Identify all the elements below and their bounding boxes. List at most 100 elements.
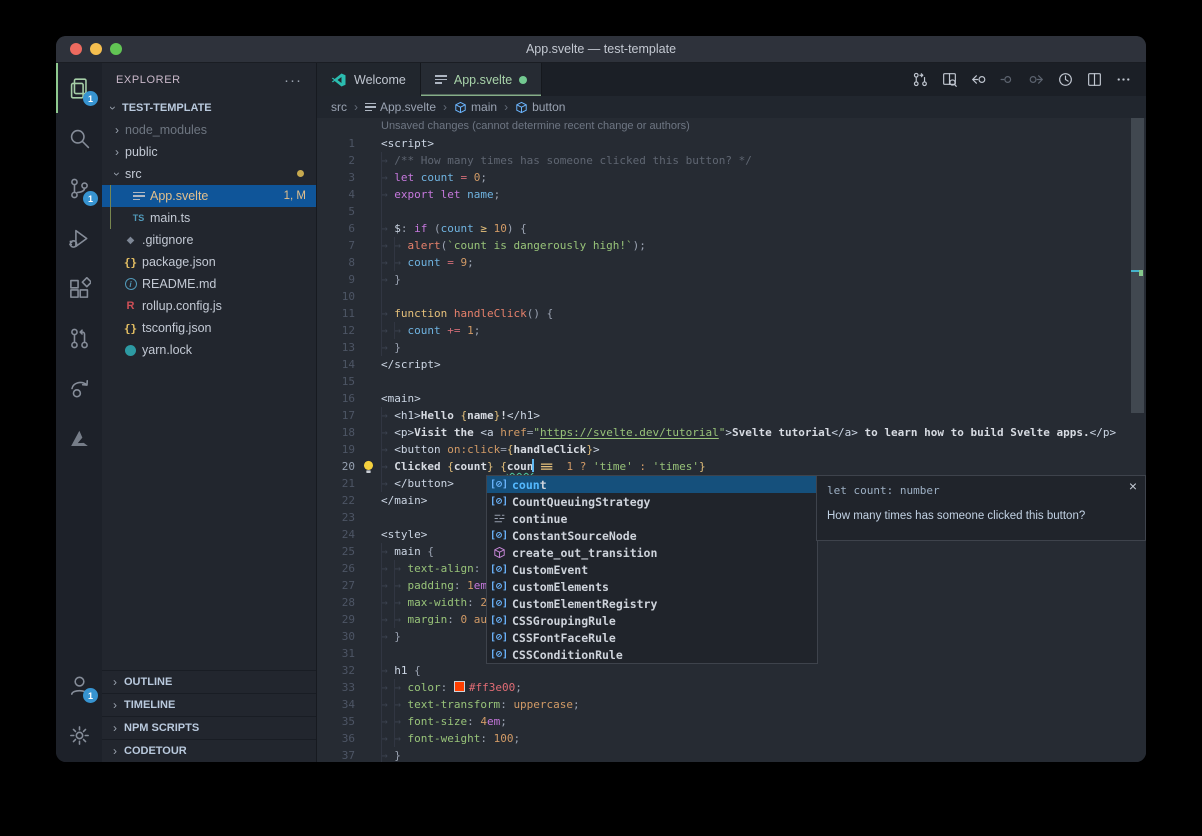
code-line[interactable]: 9→} [317, 271, 1146, 288]
breadcrumb-item-src[interactable]: src [331, 100, 347, 114]
explorer-sidebar: EXPLORER ··· › TEST-TEMPLATE ›node_modul… [102, 63, 317, 762]
tree-item-yarn-lock[interactable]: yarn.lock [102, 339, 316, 361]
panel-header-timeline[interactable]: ›TIMELINE [102, 693, 316, 716]
scrollbar-thumb[interactable] [1131, 118, 1144, 413]
code-line[interactable]: 32→h1 { [317, 662, 1146, 679]
code-line[interactable]: 13→} [317, 339, 1146, 356]
code-line[interactable]: 36→→font-weight: 100; [317, 730, 1146, 747]
more-actions-icon[interactable] [1109, 63, 1138, 96]
compare-changes-icon[interactable] [906, 63, 935, 96]
code-line[interactable]: 4→export let name; [317, 186, 1146, 203]
code-line[interactable]: 14</script> [317, 356, 1146, 373]
previous-change-icon[interactable] [964, 63, 993, 96]
code-line[interactable]: 19→<button on:click={handleClick}> [317, 441, 1146, 458]
next-change-icon[interactable] [1022, 63, 1051, 96]
code-line[interactable]: 6→$: if (count ≥ 10) { [317, 220, 1146, 237]
code-line[interactable]: 15 [317, 373, 1146, 390]
activity-item-azure[interactable] [56, 413, 102, 463]
activity-item-settings[interactable] [56, 710, 102, 760]
panel-header-codetour[interactable]: ›CODETOUR [102, 739, 316, 762]
suggestion-customelementregistry[interactable]: [⊘]CustomElementRegistry [487, 595, 817, 612]
suggestion-customelements[interactable]: [⊘]customElements [487, 578, 817, 595]
breadcrumb-item-button[interactable]: button [515, 100, 565, 114]
code-line[interactable]: 8→→count = 9; [317, 254, 1146, 271]
suggestion-cssconditionrule[interactable]: [⊘]CSSConditionRule [487, 646, 817, 663]
tree-item-main-ts[interactable]: TSmain.ts [102, 207, 316, 229]
code-line[interactable]: 2→/** How many times has someone clicked… [317, 152, 1146, 169]
tab-welcome[interactable]: Welcome [317, 63, 421, 96]
editor-group: WelcomeApp.svelte src›App.svelte›main›bu… [317, 63, 1146, 762]
activity-item-explorer[interactable]: 1 [56, 63, 102, 113]
suggestion-customevent[interactable]: [⊘]CustomEvent [487, 561, 817, 578]
code-line[interactable]: 35→→font-size: 4em; [317, 713, 1146, 730]
close-window-icon[interactable] [70, 43, 82, 55]
code-line[interactable]: 11→function handleClick() { [317, 305, 1146, 322]
tree-item-gitignore[interactable]: ◆.gitignore [102, 229, 316, 251]
code-line[interactable]: 34→→text-transform: uppercase; [317, 696, 1146, 713]
code-line[interactable]: 7→→alert(`count is dangerously high!`); [317, 237, 1146, 254]
tree-item-label: tsconfig.json [142, 321, 211, 335]
activity-item-github-pull-requests[interactable] [56, 313, 102, 363]
symbol-box-icon [515, 101, 528, 114]
tree-item-rollup-config-js[interactable]: Rrollup.config.js [102, 295, 316, 317]
code-line[interactable]: 16<main> [317, 390, 1146, 407]
suggestion-countqueuingstrategy[interactable]: [⊘]CountQueuingStrategy [487, 493, 817, 510]
code-line[interactable]: 20→Clicked {count} {coun ≡ 1 ? 'time' : … [317, 458, 1146, 475]
code-line[interactable]: 12→→count += 1; [317, 322, 1146, 339]
activity-item-extensions[interactable] [56, 263, 102, 313]
title-bar[interactable]: App.svelte — test-template [56, 36, 1146, 63]
tree-item-readme-md[interactable]: iREADME.md [102, 273, 316, 295]
code-text: →→font-weight: 100; [381, 732, 520, 745]
activity-item-live-share[interactable] [56, 363, 102, 413]
file-tree: ›node_modules›public›srcApp.svelte1, MTS… [102, 119, 316, 361]
zoom-window-icon[interactable] [110, 43, 122, 55]
symbol-variable-icon: [⊘] [491, 598, 507, 609]
suggestion-count[interactable]: [⊘]count [487, 476, 817, 493]
tree-item-public[interactable]: ›public [102, 141, 316, 163]
code-line[interactable]: 18→<p>Visit the <a href="https://svelte.… [317, 424, 1146, 441]
line-number: 29 [317, 611, 355, 628]
tree-item-node-modules[interactable]: ›node_modules [102, 119, 316, 141]
code-line[interactable]: 17→<h1>Hello {name}!</h1> [317, 407, 1146, 424]
suggestion-constantsourcenode[interactable]: [⊘]ConstantSourceNode [487, 527, 817, 544]
breadcrumb-item-main[interactable]: main [454, 100, 497, 114]
code-line[interactable]: 5 [317, 203, 1146, 220]
scrollbar[interactable] [1131, 118, 1144, 762]
panel-label: TIMELINE [124, 699, 175, 711]
breadcrumb-item-app-svelte[interactable]: App.svelte [365, 100, 436, 114]
current-change-icon[interactable] [993, 63, 1022, 96]
code-line[interactable]: 1<script> [317, 135, 1146, 152]
more-actions-icon[interactable]: ··· [284, 72, 302, 89]
suggestion-cssgroupingrule[interactable]: [⊘]CSSGroupingRule [487, 612, 817, 629]
section-header-test-template[interactable]: › TEST-TEMPLATE [102, 97, 316, 119]
file-history-icon[interactable] [1051, 63, 1080, 96]
activity-item-search[interactable] [56, 113, 102, 163]
code-line[interactable]: 37→} [317, 747, 1146, 762]
suggestion-continue[interactable]: continue [487, 510, 817, 527]
tree-item-package-json[interactable]: {}package.json [102, 251, 316, 273]
tree-item-tsconfig-json[interactable]: {}tsconfig.json [102, 317, 316, 339]
line-number: 26 [317, 560, 355, 577]
minimize-window-icon[interactable] [90, 43, 102, 55]
activity-item-accounts[interactable]: 1 [56, 660, 102, 710]
panel-header-outline[interactable]: ›OUTLINE [102, 670, 316, 693]
line-number: 12 [317, 322, 355, 339]
suggestion-create-out-transition[interactable]: create_out_transition [487, 544, 817, 561]
activity-item-source-control[interactable]: 1 [56, 163, 102, 213]
code-text: →} [381, 749, 401, 762]
suggestion-cssfontfacerule[interactable]: [⊘]CSSFontFaceRule [487, 629, 817, 646]
code-line[interactable]: 3→let count = 0; [317, 169, 1146, 186]
code-line[interactable]: 10 [317, 288, 1146, 305]
lightbulb-icon[interactable] [362, 460, 375, 474]
split-editor-icon[interactable] [1080, 63, 1109, 96]
close-icon[interactable]: × [1129, 478, 1137, 494]
code-editor[interactable]: Unsaved changes (cannot determine recent… [317, 118, 1146, 762]
open-changes-icon[interactable] [935, 63, 964, 96]
tree-item-src[interactable]: ›src [102, 163, 316, 185]
tree-item-app-svelte[interactable]: App.svelte1, M [102, 185, 316, 207]
panel-header-npm-scripts[interactable]: ›NPM SCRIPTS [102, 716, 316, 739]
indent-guide [394, 577, 395, 594]
activity-item-run-debug[interactable] [56, 213, 102, 263]
code-line[interactable]: 33→→color: #ff3e00; [317, 679, 1146, 696]
tab-app-svelte[interactable]: App.svelte [421, 63, 542, 96]
